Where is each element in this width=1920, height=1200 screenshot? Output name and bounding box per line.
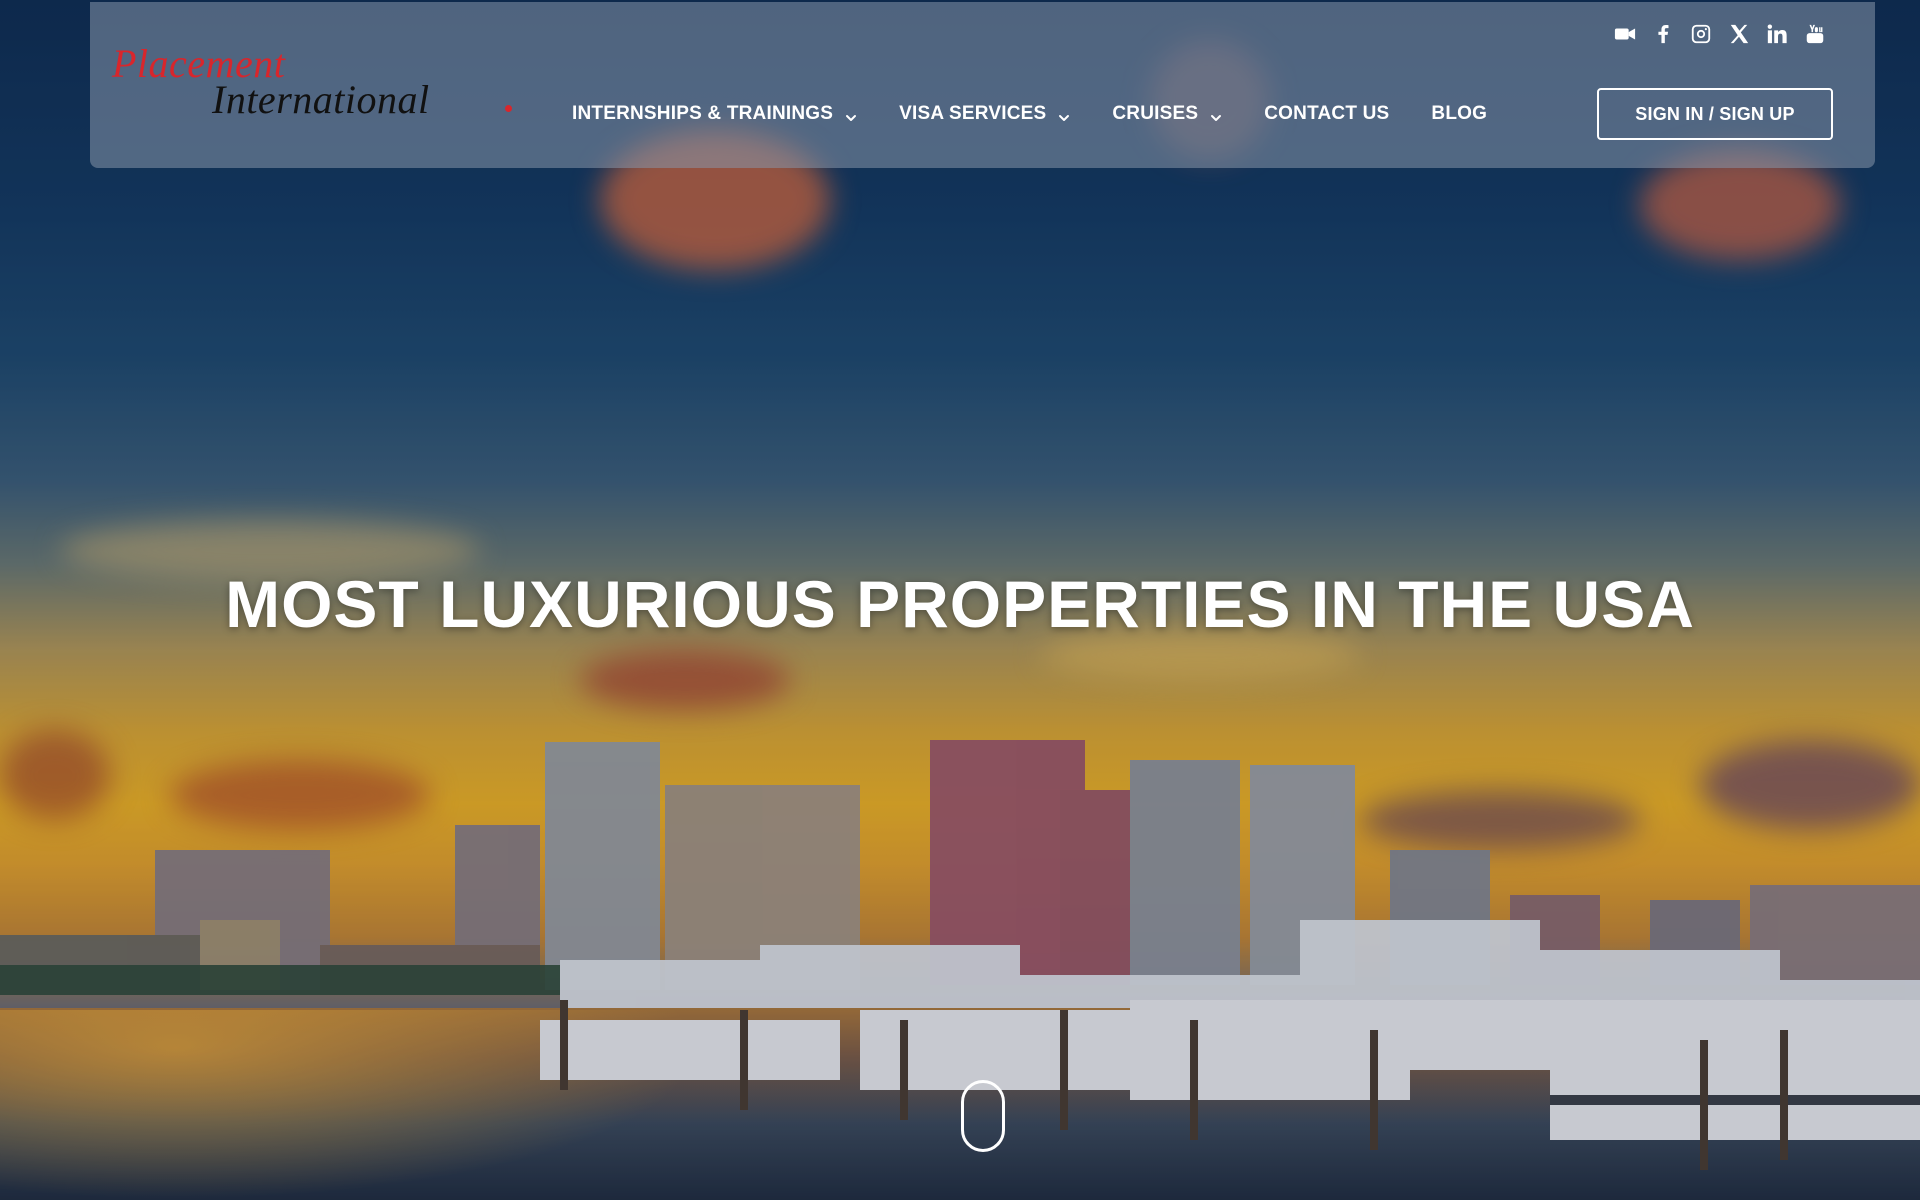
instagram-icon[interactable] (1689, 22, 1713, 46)
nav-item-blog[interactable]: BLOG (1431, 103, 1487, 125)
nav-item-visa-services[interactable]: VISA SERVICES (899, 103, 1070, 125)
nav-item-label: CONTACT US (1264, 103, 1390, 124)
linkedin-icon[interactable] (1765, 22, 1789, 46)
nav-item-contact-us[interactable]: CONTACT US (1264, 103, 1389, 125)
nav-item-label: BLOG (1431, 103, 1488, 124)
nav-item-cruises[interactable]: CRUISES (1112, 103, 1222, 125)
social-links (1613, 22, 1827, 46)
nav-item-label: CRUISES (1112, 103, 1199, 124)
x-icon[interactable] (1727, 22, 1751, 46)
site-header: Placement International INTERNSHIPS & TR… (90, 2, 1875, 168)
nav-item-label: INTERNSHIPS & TRAININGS (572, 103, 834, 124)
hero-section: Placement International INTERNSHIPS & TR… (0, 0, 1920, 1200)
chevron-down-icon (1210, 108, 1222, 121)
scroll-down-indicator[interactable] (961, 1080, 1005, 1152)
main-nav: INTERNSHIPS & TRAININGS VISA SERVICES CR… (572, 98, 1529, 130)
youtube-icon[interactable] (1803, 22, 1827, 46)
logo[interactable]: Placement International (112, 40, 512, 130)
video-camera-icon[interactable] (1613, 22, 1637, 46)
hero-title: MOST LUXURIOUS PROPERTIES IN THE USA (225, 567, 1695, 641)
nav-item-internships[interactable]: INTERNSHIPS & TRAININGS (572, 103, 857, 125)
logo-text-international: International (212, 77, 430, 122)
logo-dot (505, 105, 512, 112)
chevron-down-icon (1058, 108, 1070, 121)
nav-item-label: VISA SERVICES (899, 103, 1047, 124)
facebook-icon[interactable] (1651, 22, 1675, 46)
sign-in-sign-up-button[interactable]: SIGN IN / SIGN UP (1597, 88, 1833, 140)
chevron-down-icon (845, 108, 857, 121)
